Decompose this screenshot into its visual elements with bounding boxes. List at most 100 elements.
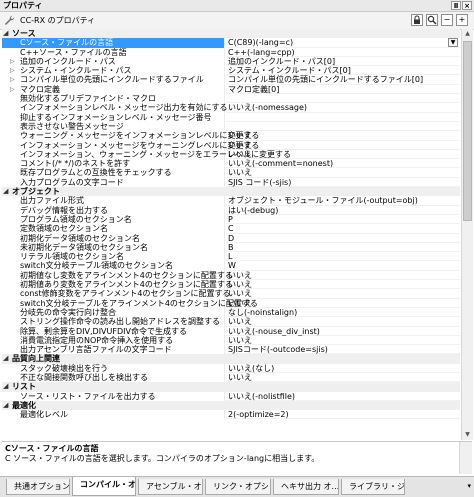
property-name-cell[interactable]: C++ソース・ファイルの言語: [2, 47, 225, 57]
property-name-cell[interactable]: プログラム領域のセクション名: [2, 214, 225, 225]
property-value-cell[interactable]: B: [226, 243, 460, 253]
property-value-cell[interactable]: マクロ定義[0]: [226, 85, 460, 95]
property-name-cell[interactable]: ▷ マクロ定義: [2, 84, 225, 95]
property-value-cell[interactable]: [226, 94, 460, 104]
property-name-cell[interactable]: ◢ オブジェクト: [2, 187, 460, 196]
property-name-cell[interactable]: 無効化するプリデファインド・マクロ: [2, 94, 225, 104]
property-value-cell[interactable]: いいえ: [226, 299, 460, 308]
collapse-arrow-icon[interactable]: ◢: [3, 29, 8, 38]
property-name-cell[interactable]: コメント(/* */)のネストを許す: [2, 159, 225, 169]
scroll-down-icon[interactable]: ▼: [462, 430, 473, 440]
property-row[interactable]: Cソース・ファイルの言語 C(C89)(-lang=c) ▼: [2, 38, 460, 48]
property-value-cell[interactable]: システム・インクルード・パス[0]: [226, 66, 460, 76]
property-name-cell[interactable]: ▷ システム・インクルード・パス: [2, 66, 225, 76]
property-row[interactable]: 出力アセンブリ言語ファイルの文字コード SJISコード(-outcode=sjis…: [2, 345, 460, 355]
property-name-cell[interactable]: ウォーニング・メッセージをインフォメーションレベルに変更する: [2, 131, 259, 141]
category-row[interactable]: ◢ リスト: [2, 382, 460, 392]
pin-button[interactable]: Ⅱ: [451, 1, 461, 10]
property-row[interactable]: デバッグ情報を出力する はい(-debug): [2, 205, 460, 215]
lock-button[interactable]: [411, 14, 423, 26]
property-row[interactable]: 除算、剰余算をDIV,DIVUFDIV命令で生成する いいえ(-nouse_div…: [2, 326, 460, 336]
category-row[interactable]: ◢ 品質向上関連: [2, 354, 460, 364]
collapse-arrow-icon[interactable]: ◢: [3, 382, 8, 391]
property-row[interactable]: 無効化するプリデファインド・マクロ: [2, 94, 460, 104]
property-row[interactable]: インフォメーションレベル・メッセージ出力を有効にする いいえ(-nomessage…: [2, 103, 460, 113]
property-value-cell[interactable]: いいえ(なし): [226, 364, 460, 373]
close-button[interactable]: ×: [462, 1, 472, 10]
expand-arrow-icon[interactable]: ▷: [10, 85, 15, 94]
property-row[interactable]: 初期値なし変数をアラインメント4のセクションに配置する いいえ: [2, 270, 460, 281]
property-row[interactable]: 未初期化データ領域のセクション名 B: [2, 242, 460, 253]
property-value-cell[interactable]: W: [226, 261, 460, 271]
property-value-cell[interactable]: C: [226, 224, 460, 234]
property-name-cell[interactable]: 定数領域のセクション名: [2, 224, 225, 234]
scroll-thumb[interactable]: [463, 41, 472, 221]
property-grid-scrollbar[interactable]: ▲ ▼: [461, 29, 473, 440]
property-value-cell[interactable]: いいえ: [226, 289, 460, 299]
property-value-cell[interactable]: [226, 113, 460, 122]
property-value-cell[interactable]: いいえ(-nomessage): [226, 103, 460, 113]
property-value-cell[interactable]: いいえ: [226, 141, 460, 150]
property-value-cell[interactable]: いいえ: [226, 131, 460, 141]
property-row[interactable]: ウォーニング・メッセージをインフォメーションレベルに変更する いいえ: [2, 131, 460, 141]
property-row[interactable]: 表示させない警告メッセージ: [2, 121, 460, 132]
property-name-cell[interactable]: 既存プログラムとの互換性をチェックする: [2, 168, 225, 178]
property-row[interactable]: switch文分岐テーブル領域のセクション名 W: [2, 261, 460, 271]
property-name-cell[interactable]: デバッグ情報を出力する: [2, 205, 225, 215]
property-row[interactable]: 消費電流指定用のNOP命令挿入を使用する いいえ: [2, 335, 460, 346]
property-row[interactable]: ▷ マクロ定義 マクロ定義[0]: [2, 84, 460, 95]
property-value-cell[interactable]: いいえ(-comment=nonest): [226, 159, 460, 169]
property-value-cell[interactable]: はい(-debug): [226, 206, 460, 215]
property-name-cell[interactable]: 最適化レベル: [2, 410, 225, 420]
search-button[interactable]: [426, 14, 438, 26]
property-name-cell[interactable]: リテラル領域のセクション名: [2, 252, 225, 262]
property-value-cell[interactable]: C++(-lang=cpp): [226, 48, 460, 57]
property-value-cell[interactable]: オブジェクト・モジュール・ファイル(-output=obj): [226, 196, 460, 206]
property-value-cell[interactable]: いいえ(-nouse_div_inst): [226, 327, 460, 336]
property-value-cell[interactable]: いいえ: [226, 317, 460, 327]
property-name-cell[interactable]: 未初期化データ領域のセクション名: [2, 242, 225, 253]
property-name-cell[interactable]: インフォメーションレベル・メッセージ出力を有効にする: [2, 103, 228, 113]
property-name-cell[interactable]: ストリング操作命令の読み出し開始アドレスを調整する: [2, 317, 225, 327]
property-name-cell[interactable]: 分岐先の命令実行向け整合: [2, 307, 225, 318]
property-name-cell[interactable]: 出力アセンブリ言語ファイルの文字コード: [2, 345, 225, 355]
property-name-cell[interactable]: 入力プログラムの文字コード: [2, 177, 225, 188]
property-name-cell[interactable]: ▷ 追加のインクルード・パス: [2, 56, 225, 67]
tab-list-menu-icon[interactable]: ▾: [467, 482, 471, 490]
property-value-cell[interactable]: SJISコード(-outcode=sjis): [226, 345, 460, 355]
property-value-cell[interactable]: P: [226, 215, 460, 225]
tab-1[interactable]: コンパイル・オ...: [72, 477, 136, 496]
property-value-cell[interactable]: 2(-optimize=2): [226, 410, 460, 420]
expand-arrow-icon[interactable]: ▷: [10, 66, 15, 75]
property-value-cell[interactable]: いいえ: [226, 271, 460, 281]
property-row[interactable]: ▷ コンパイル単位の先頭にインクルードするファイル コンパイル単位の先頭にインクルー…: [2, 75, 460, 85]
property-name-cell[interactable]: 初期値あり変数をアラインメント4のセクションに配置する: [2, 280, 233, 290]
dropdown-arrow-icon[interactable]: ▼: [448, 38, 458, 48]
property-row[interactable]: インフォメーション、ウォーニング・メッセージをエラーレベルに変更する いいえ: [2, 149, 460, 160]
property-row[interactable]: スタック破壊検出を行う いいえ(なし): [2, 363, 460, 373]
property-name-cell[interactable]: const修飾変数をアラインメント4のセクションに配置する: [2, 289, 231, 299]
property-name-cell[interactable]: 表示させない警告メッセージ: [2, 121, 225, 132]
property-name-cell[interactable]: switch文分岐テーブル領域のセクション名: [2, 261, 225, 271]
property-name-cell[interactable]: ◢ リスト: [2, 382, 460, 391]
expand-arrow-icon[interactable]: ▷: [10, 57, 15, 66]
property-row[interactable]: ▷ 追加のインクルード・パス 追加のインクルード・パス[0]: [2, 56, 460, 67]
tab-0[interactable]: 共通オプション: [6, 479, 70, 495]
property-value-cell[interactable]: C(C89)(-lang=c) ▼: [226, 38, 460, 48]
tab-2[interactable]: アセンブル・オ...: [138, 479, 203, 495]
property-value-cell[interactable]: なし(-noinstalign): [226, 308, 460, 318]
property-row[interactable]: 初期化データ領域のセクション名 D: [2, 233, 460, 243]
property-name-cell[interactable]: インフォメーション、ウォーニング・メッセージをエラーレベルに変更する: [2, 149, 291, 160]
property-name-cell[interactable]: ◢ ソース: [2, 29, 460, 38]
collapse-all-button[interactable]: −: [441, 14, 453, 26]
property-name-cell[interactable]: ソース・リスト・ファイルを出力する: [2, 391, 225, 401]
property-value-cell[interactable]: [226, 122, 460, 132]
property-row[interactable]: 既存プログラムとの互換性をチェックする いいえ: [2, 168, 460, 178]
expand-all-button[interactable]: +: [456, 14, 468, 26]
property-row[interactable]: 最適化レベル 2(-optimize=2): [2, 410, 460, 420]
category-row[interactable]: ◢ ソース: [2, 29, 460, 39]
property-value-cell[interactable]: SJIS コード(-sjis): [226, 178, 460, 188]
property-name-cell[interactable]: ◢ 品質向上関連: [2, 354, 460, 363]
property-name-cell[interactable]: 消費電流指定用のNOP命令挿入を使用する: [2, 335, 225, 346]
property-row[interactable]: リテラル領域のセクション名 L: [2, 252, 460, 262]
